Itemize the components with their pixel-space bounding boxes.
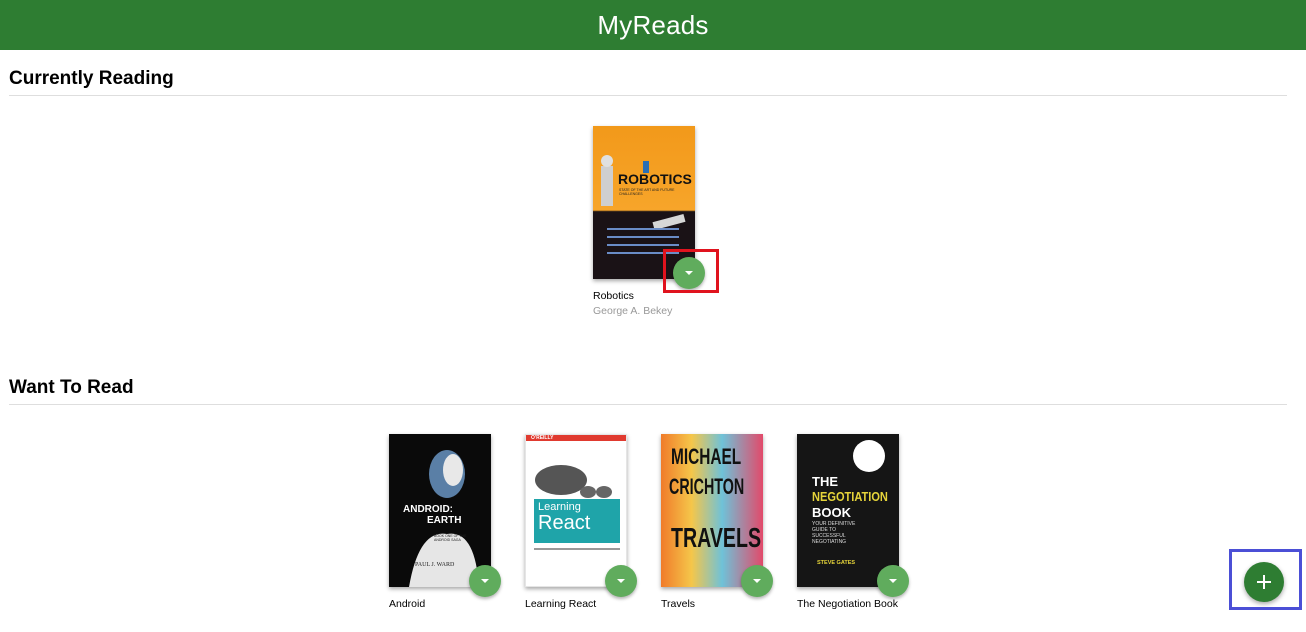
highlight-box-red bbox=[663, 249, 719, 293]
shelf-changer-button[interactable] bbox=[741, 565, 773, 597]
app-title: MyReads bbox=[597, 9, 709, 40]
cover-line1: MICHAEL bbox=[671, 444, 742, 469]
cover-line3: BOOK bbox=[812, 505, 851, 520]
cover-line1: THE bbox=[812, 474, 838, 489]
cover-line3: TRAVELS bbox=[671, 522, 762, 553]
shelf-title-want-to-read: Want To Read bbox=[9, 377, 1287, 405]
cover-line2: NEGOTIATION bbox=[812, 489, 888, 504]
book-cover[interactable]: ANDROID: EARTH BOOK ONE OF THE ANDROID S… bbox=[389, 434, 491, 587]
book-title: Robotics bbox=[593, 290, 634, 302]
cover-title-line1: ANDROID: bbox=[403, 504, 453, 515]
cover-title: ROBOTICS bbox=[618, 171, 692, 187]
book-title: Android bbox=[389, 598, 426, 610]
shelf-changer-button[interactable] bbox=[469, 565, 501, 597]
cover-tagline: YOUR DEFINITIVE GUIDE TO SUCCESSFUL NEGO… bbox=[812, 521, 856, 545]
book-title: The Negotiation Book bbox=[797, 598, 898, 610]
triangle-down-icon bbox=[889, 579, 897, 583]
book-title: Learning React bbox=[525, 598, 597, 610]
book-cover[interactable]: MICHAEL CRICHTON TRAVELS bbox=[661, 434, 763, 587]
shelf-changer-button[interactable] bbox=[605, 565, 637, 597]
shelf-changer-button[interactable] bbox=[877, 565, 909, 597]
book-cover[interactable]: THE NEGOTIATION BOOK YOUR DEFINITIVE GUI… bbox=[797, 434, 899, 587]
book-authors: George A. Bekey bbox=[593, 305, 673, 317]
cover-title-line2: EARTH bbox=[427, 515, 462, 526]
book-cover[interactable]: O'REILLY Learning React bbox=[525, 434, 627, 587]
cover-title-line2: React bbox=[538, 512, 591, 534]
cover-author: PAUL J. WARD bbox=[415, 562, 455, 568]
cover-subtitle: STATE OF THE ART AND FUTURE CHALLENGES bbox=[619, 188, 675, 196]
app-header: MyReads bbox=[0, 0, 1306, 50]
triangle-down-icon bbox=[481, 579, 489, 583]
cover-publisher: O'REILLY bbox=[531, 435, 554, 441]
triangle-down-icon bbox=[617, 579, 625, 583]
cover-author: STEVE GATES bbox=[817, 560, 856, 566]
book-title: Travels bbox=[661, 598, 696, 610]
shelf-title-currently-reading: Currently Reading bbox=[9, 68, 1287, 96]
triangle-down-icon bbox=[753, 579, 761, 583]
cover-subtitle: BOOK ONE OF THE ANDROID SAGA bbox=[434, 534, 467, 542]
cover-line2: CRICHTON bbox=[669, 474, 745, 499]
highlight-box-blue bbox=[1229, 549, 1302, 610]
